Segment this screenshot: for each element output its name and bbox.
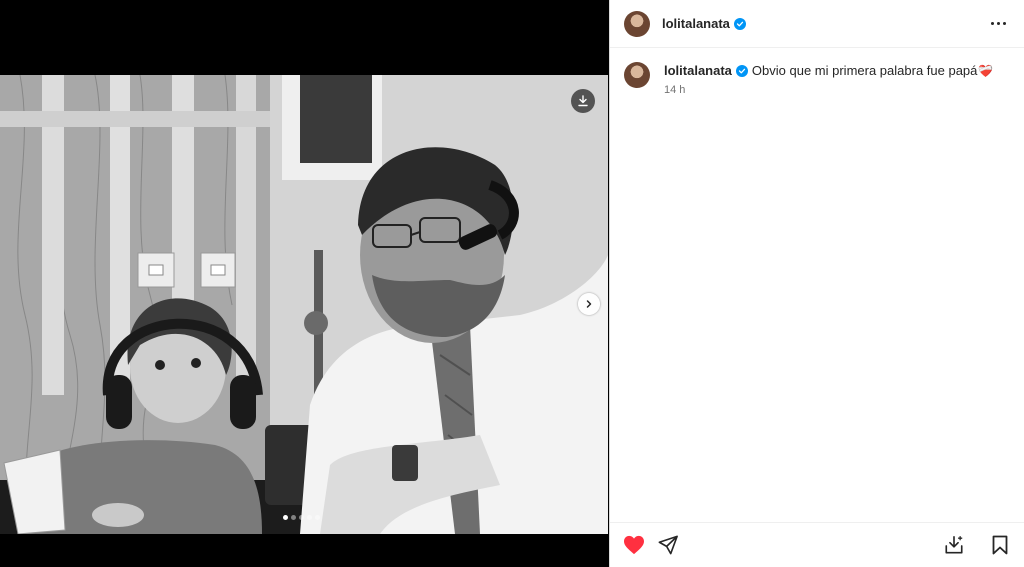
mending-heart-emoji-icon: ❤️‍🩹	[978, 64, 994, 78]
carousel-dot	[307, 515, 312, 520]
post-header: lolitalanata	[610, 0, 1024, 48]
chevron-right-icon	[586, 300, 592, 308]
author-username[interactable]: lolitalanata	[662, 16, 730, 31]
carousel-dot	[315, 515, 320, 520]
caption-line: lolitalanata Obvio que mi primera palabr…	[664, 62, 993, 80]
actions-right	[942, 533, 1012, 557]
like-button[interactable]	[622, 533, 646, 557]
carousel-dot	[299, 515, 304, 520]
caption-body: lolitalanata Obvio que mi primera palabr…	[664, 62, 993, 96]
save-button[interactable]	[988, 533, 1012, 557]
share-button[interactable]	[656, 533, 680, 557]
paper-plane-icon	[658, 535, 678, 555]
more-horizontal-icon	[991, 22, 994, 25]
download-to-collection-button[interactable]	[942, 533, 966, 557]
caption-text: Obvio que mi primera palabra fue papá	[751, 63, 978, 78]
verified-badge-icon	[733, 17, 746, 30]
carousel-next-button[interactable]	[578, 293, 600, 315]
heart-filled-icon	[624, 535, 644, 555]
post-details-pane: lolitalanata lolitalanata Obvio que mi p…	[609, 0, 1024, 567]
bookmark-icon	[992, 535, 1008, 555]
verified-badge-icon	[735, 65, 748, 77]
carousel-indicator	[283, 515, 320, 520]
download-icon	[578, 95, 588, 107]
caption-avatar[interactable]	[624, 62, 650, 88]
more-options-button[interactable]	[987, 18, 1010, 29]
caption-username[interactable]: lolitalanata	[664, 62, 732, 80]
download-button[interactable]	[571, 89, 595, 113]
post-photo[interactable]	[0, 75, 608, 534]
photo-illustration	[0, 75, 608, 534]
avatar[interactable]	[624, 10, 650, 37]
caption-comment: lolitalanata Obvio que mi primera palabr…	[610, 48, 1024, 96]
post-media-pane	[0, 0, 608, 567]
carousel-dot	[283, 515, 288, 520]
post-actions-bar	[610, 522, 1024, 567]
carousel-dot	[291, 515, 296, 520]
post-timestamp[interactable]: 14 h	[664, 84, 993, 96]
download-tray-icon	[945, 535, 963, 554]
